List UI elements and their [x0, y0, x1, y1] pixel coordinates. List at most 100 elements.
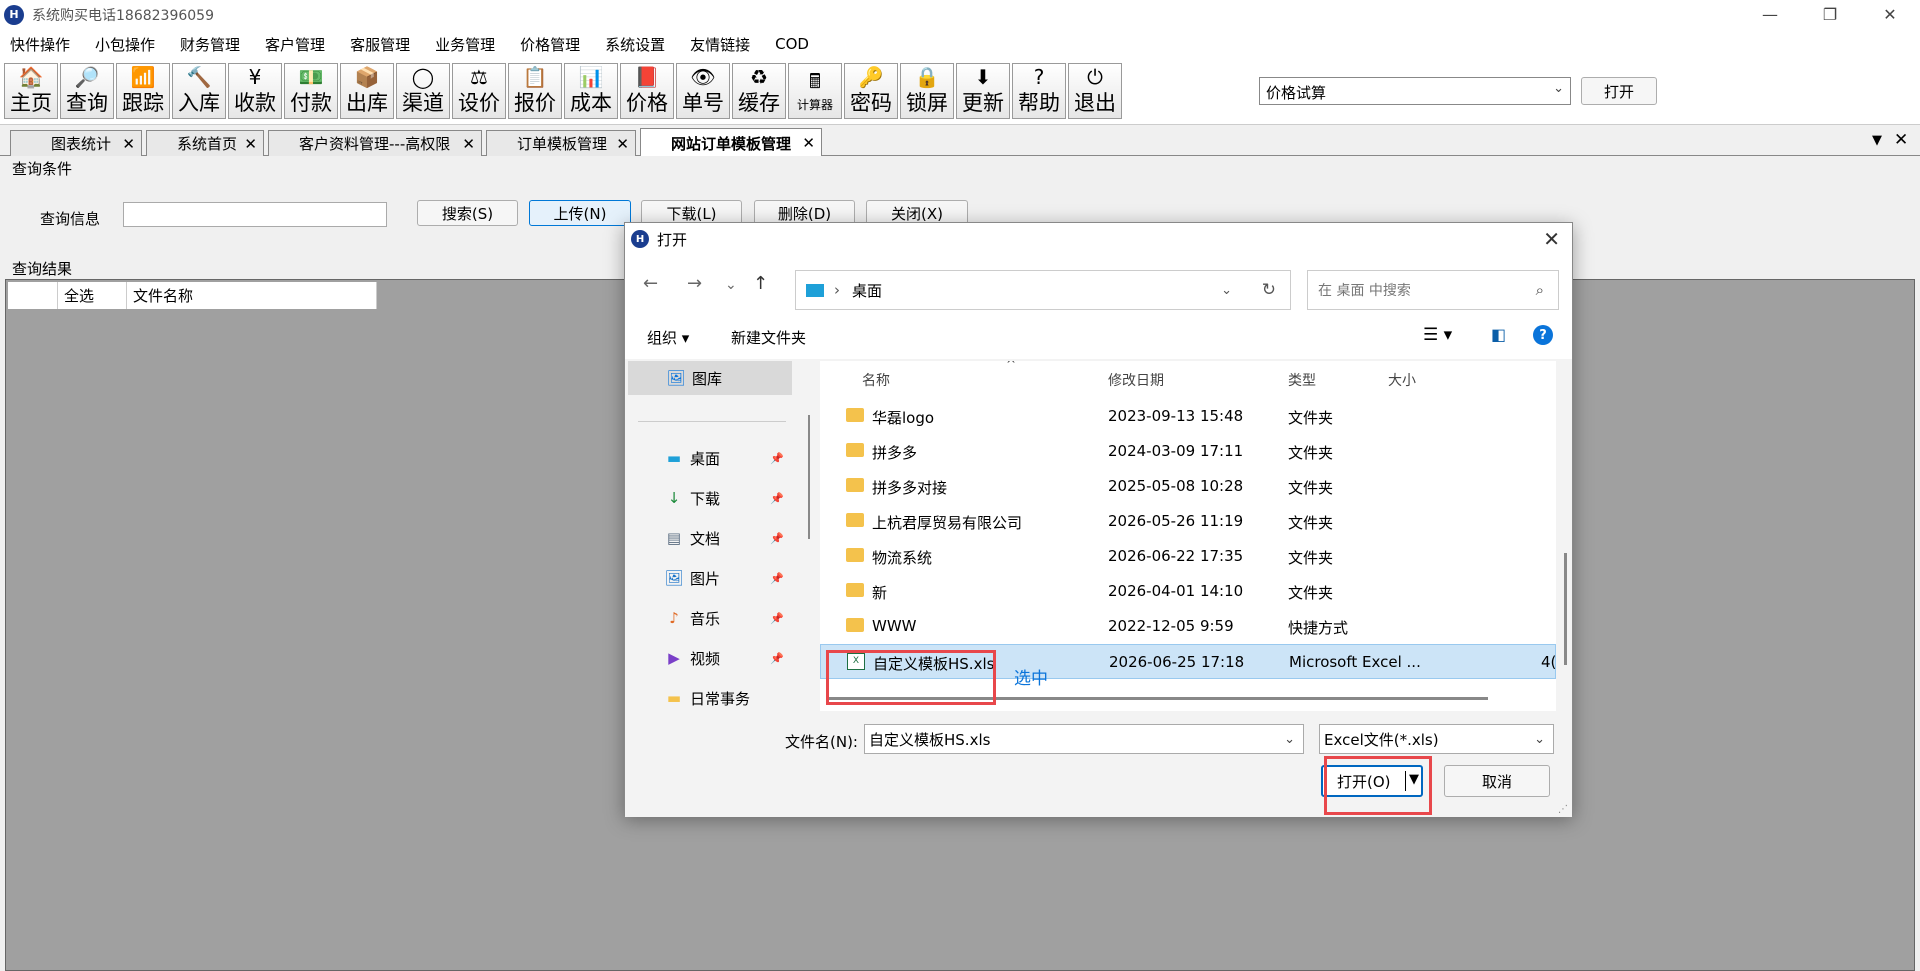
- desktop-icon: [806, 283, 824, 297]
- forward-arrow-icon[interactable]: →: [687, 273, 702, 294]
- sidebar-item-downloads[interactable]: ↓ 下载 📌: [626, 481, 796, 515]
- menu-item[interactable]: 小包操作: [95, 34, 155, 55]
- file-row[interactable]: 新 2026-04-01 14:10 文件夹: [820, 574, 1556, 609]
- sidebar-item-desktop[interactable]: ▬ 桌面 📌: [626, 441, 796, 475]
- select-all-column[interactable]: 全选: [58, 282, 127, 309]
- chevron-down-icon[interactable]: ⌄: [1284, 732, 1295, 747]
- menu-bar: 快件操作 小包操作 财务管理 客户管理 客服管理 业务管理 价格管理 系统设置 …: [0, 29, 1920, 59]
- tab-chart-stats[interactable]: 图表统计 ✕: [10, 130, 142, 156]
- toolbar-button-3[interactable]: 📶 跟踪: [116, 63, 170, 119]
- toolbar-button-1[interactable]: 🏠 主页: [4, 63, 58, 119]
- file-row[interactable]: 拼多多 2024-03-09 17:11 文件夹: [820, 434, 1556, 469]
- sidebar-item-videos[interactable]: ▶ 视频 📌: [626, 641, 796, 675]
- close-tab-icon[interactable]: ✕: [244, 135, 257, 153]
- tab-website-order-template[interactable]: 网站订单模板管理 ✕: [640, 128, 822, 157]
- toolbar-button-5[interactable]: ¥ 收款: [228, 63, 282, 119]
- toolbar-button-14[interactable]: ♻ 缓存: [732, 63, 786, 119]
- restore-icon[interactable]: ❐: [1800, 0, 1860, 29]
- toolbar-button-19[interactable]: ? 帮助: [1012, 63, 1066, 119]
- toolbar-button-20[interactable]: ⏻ 退出: [1068, 63, 1122, 119]
- up-arrow-icon[interactable]: ↑: [753, 273, 768, 294]
- file-list-scrollbar[interactable]: [1564, 553, 1567, 665]
- tab-list-dropdown-icon[interactable]: ▼: [1872, 133, 1882, 148]
- toolbar-button-15[interactable]: 🖩 计算器: [788, 63, 842, 119]
- column-date[interactable]: 修改日期: [1108, 370, 1164, 390]
- menu-item[interactable]: 友情链接: [690, 34, 750, 55]
- toolbar-button-label: 计算器: [796, 98, 833, 112]
- filename-input[interactable]: 自定义模板HS.xls ⌄: [864, 724, 1304, 754]
- refresh-icon[interactable]: ↻: [1262, 280, 1276, 300]
- file-row[interactable]: 华磊logo 2023-09-13 15:48 文件夹: [820, 399, 1556, 434]
- tab-customer-admin[interactable]: 客户资料管理---高权限 ✕: [268, 130, 482, 156]
- toolbar-button-7[interactable]: 📦 出库: [340, 63, 394, 119]
- tab-system-home[interactable]: 系统首页 ✕: [146, 130, 264, 156]
- dialog-cancel-button[interactable]: 取消: [1444, 765, 1550, 797]
- menu-item[interactable]: 客户管理: [265, 34, 325, 55]
- toolbar-button-2[interactable]: 🔎 查询: [60, 63, 114, 119]
- query-info-input[interactable]: [123, 202, 387, 227]
- toolbar-button-13[interactable]: 👁 单号: [676, 63, 730, 119]
- dialog-close-icon[interactable]: ✕: [1543, 227, 1560, 251]
- file-type-select[interactable]: Excel文件(*.xls) ⌄: [1319, 724, 1554, 754]
- file-row[interactable]: 物流系统 2026-06-22 17:35 文件夹: [820, 539, 1556, 574]
- toolbar-button-18[interactable]: ⬇ 更新: [956, 63, 1010, 119]
- toolbar-button-8[interactable]: ◯ 渠道: [396, 63, 450, 119]
- view-mode-icon[interactable]: ☰ ▾: [1423, 325, 1452, 345]
- toolbar-button-12[interactable]: 📕 价格: [620, 63, 674, 119]
- download-arrow-icon: ⬇: [974, 65, 992, 89]
- menu-item[interactable]: 客服管理: [350, 34, 410, 55]
- resize-grip-icon[interactable]: ⋰: [1558, 804, 1568, 815]
- tab-order-template[interactable]: 订单模板管理 ✕: [486, 130, 636, 156]
- menu-item[interactable]: 财务管理: [180, 34, 240, 55]
- menu-item[interactable]: COD: [775, 35, 809, 53]
- column-type[interactable]: 类型: [1288, 370, 1316, 390]
- menu-item[interactable]: 快件操作: [10, 34, 70, 55]
- toolbar-button-10[interactable]: 📋 报价: [508, 63, 562, 119]
- toolbar-button-4[interactable]: 🔨 入库: [172, 63, 226, 119]
- column-size[interactable]: 大小: [1388, 370, 1416, 390]
- download-icon: ↓: [667, 489, 681, 507]
- chevron-down-icon[interactable]: ⌄: [1534, 732, 1545, 747]
- close-tab-icon[interactable]: ✕: [122, 135, 135, 153]
- menu-item[interactable]: 价格管理: [520, 34, 580, 55]
- sidebar-item-gallery[interactable]: 🖼 图库: [628, 361, 792, 395]
- toolbar-button-16[interactable]: 🔑 密码: [844, 63, 898, 119]
- open-button[interactable]: 打开: [1581, 77, 1657, 105]
- sidebar-scrollbar[interactable]: [808, 415, 810, 539]
- address-dropdown-icon[interactable]: ⌄: [1221, 283, 1232, 298]
- price-function-select[interactable]: 价格试算 ⌄: [1259, 77, 1571, 105]
- toolbar-button-17[interactable]: 🔒 锁屏: [900, 63, 954, 119]
- address-bar[interactable]: › 桌面 ⌄ ↻: [795, 270, 1291, 310]
- sidebar-item-documents[interactable]: ▤ 文档 📌: [626, 521, 796, 555]
- recent-locations-icon[interactable]: ⌄: [725, 277, 737, 293]
- close-tab-icon[interactable]: ✕: [462, 135, 475, 153]
- file-name-column[interactable]: 文件名称: [127, 282, 377, 309]
- back-arrow-icon[interactable]: ←: [643, 273, 658, 294]
- file-row[interactable]: 上杭君厚贸易有限公司 2026-05-26 11:19 文件夹: [820, 504, 1556, 539]
- search-button[interactable]: 搜索(S): [417, 200, 518, 226]
- new-folder-button[interactable]: 新建文件夹: [731, 327, 806, 348]
- sidebar-item-music[interactable]: ♪ 音乐 📌: [626, 601, 796, 635]
- file-row[interactable]: WWW 2022-12-05 9:59 快捷方式: [820, 609, 1556, 644]
- preview-pane-icon[interactable]: ◧: [1491, 325, 1506, 344]
- close-all-icon[interactable]: ✕: [1894, 130, 1908, 150]
- menu-item[interactable]: 业务管理: [435, 34, 495, 55]
- dialog-search-input[interactable]: 在 桌面 中搜索 ⌕: [1307, 270, 1559, 310]
- help-icon[interactable]: ?: [1533, 325, 1553, 345]
- file-row[interactable]: 拼多多对接 2025-05-08 10:28 文件夹: [820, 469, 1556, 504]
- close-icon[interactable]: ✕: [1860, 0, 1920, 29]
- file-name: 物流系统: [872, 549, 933, 567]
- organize-button[interactable]: 组织 ▾: [647, 327, 689, 348]
- pin-icon: 📌: [770, 611, 784, 625]
- toolbar-button-6[interactable]: 💵 付款: [284, 63, 338, 119]
- sidebar-item-daily-affairs[interactable]: ▬ 日常事务: [626, 681, 796, 711]
- column-name[interactable]: 名称: [862, 370, 890, 390]
- sidebar-item-pictures[interactable]: 🖼 图片 📌: [626, 561, 796, 595]
- toolbar-button-9[interactable]: ⚖ 设价: [452, 63, 506, 119]
- upload-button[interactable]: 上传(N): [529, 200, 631, 226]
- minimize-icon[interactable]: —: [1740, 0, 1800, 29]
- close-tab-icon[interactable]: ✕: [802, 134, 815, 152]
- close-tab-icon[interactable]: ✕: [616, 135, 629, 153]
- toolbar-button-11[interactable]: 📊 成本: [564, 63, 618, 119]
- menu-item[interactable]: 系统设置: [605, 34, 665, 55]
